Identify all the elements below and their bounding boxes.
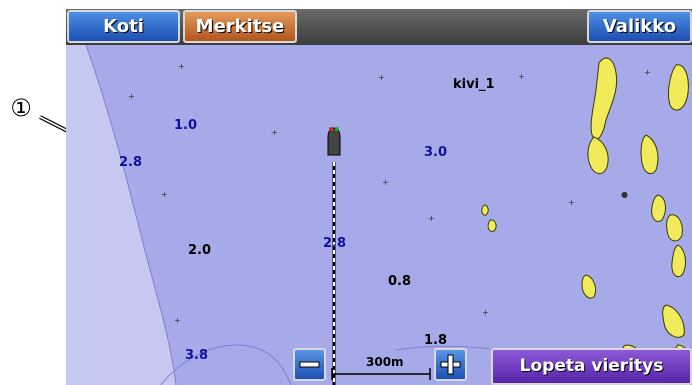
- sounding-marker: +: [482, 308, 489, 317]
- home-button[interactable]: Koti: [67, 10, 180, 43]
- island: [662, 304, 685, 338]
- island: [481, 204, 489, 216]
- menu-button[interactable]: Valikko: [587, 10, 692, 43]
- depth-sounding: 3.8: [185, 348, 209, 363]
- sounding-marker: +: [271, 128, 278, 137]
- island: [590, 57, 618, 140]
- sounding-marker: +: [644, 68, 651, 77]
- sounding-marker: +: [178, 62, 185, 71]
- vessel-icon: [327, 127, 341, 156]
- sounding-marker: +: [518, 72, 525, 81]
- island: [671, 244, 686, 278]
- sounding-marker: +: [378, 73, 385, 82]
- shallow-area: [66, 45, 176, 385]
- scale-label: 300m: [366, 355, 404, 369]
- island: [581, 274, 597, 299]
- sounding-marker: +: [161, 190, 168, 199]
- sounding-marker: ●: [621, 190, 628, 199]
- depth-contour: [160, 344, 292, 385]
- depth-sounding: 1.0: [174, 118, 198, 133]
- island: [487, 219, 497, 232]
- zoom-out-button[interactable]: [293, 348, 326, 381]
- sounding-marker: +: [382, 178, 389, 187]
- sounding-marker: +: [174, 316, 181, 325]
- stop-scrolling-button[interactable]: Lopeta vieritys: [491, 348, 692, 385]
- island: [587, 136, 609, 174]
- depth-sounding: 2.8: [323, 236, 347, 251]
- nautical-chart[interactable]: + + + + + + + + + + + + ● kivi_1 1.0 2.8…: [66, 45, 692, 385]
- depth-sounding: 1.8: [424, 333, 448, 348]
- plus-icon: [440, 354, 461, 375]
- sounding-marker: +: [428, 214, 435, 223]
- island: [668, 64, 689, 111]
- depth-sounding: 0.8: [388, 274, 412, 289]
- island: [640, 134, 659, 174]
- depth-sounding: 2.0: [188, 243, 212, 258]
- chart-screen: Koti Merkitse Valikko + + + + + + + + + …: [66, 9, 692, 385]
- minus-icon: [299, 361, 320, 368]
- island: [651, 194, 666, 222]
- waypoint-label[interactable]: kivi_1: [453, 77, 495, 92]
- sounding-marker: +: [568, 198, 575, 207]
- mark-button[interactable]: Merkitse: [183, 10, 297, 43]
- depth-sounding: 3.0: [424, 145, 448, 160]
- island: [666, 214, 683, 242]
- top-toolbar: Koti Merkitse Valikko: [66, 9, 692, 45]
- zoom-in-button[interactable]: [434, 348, 467, 381]
- depth-sounding: 2.8: [119, 155, 143, 170]
- sounding-marker: +: [128, 92, 135, 101]
